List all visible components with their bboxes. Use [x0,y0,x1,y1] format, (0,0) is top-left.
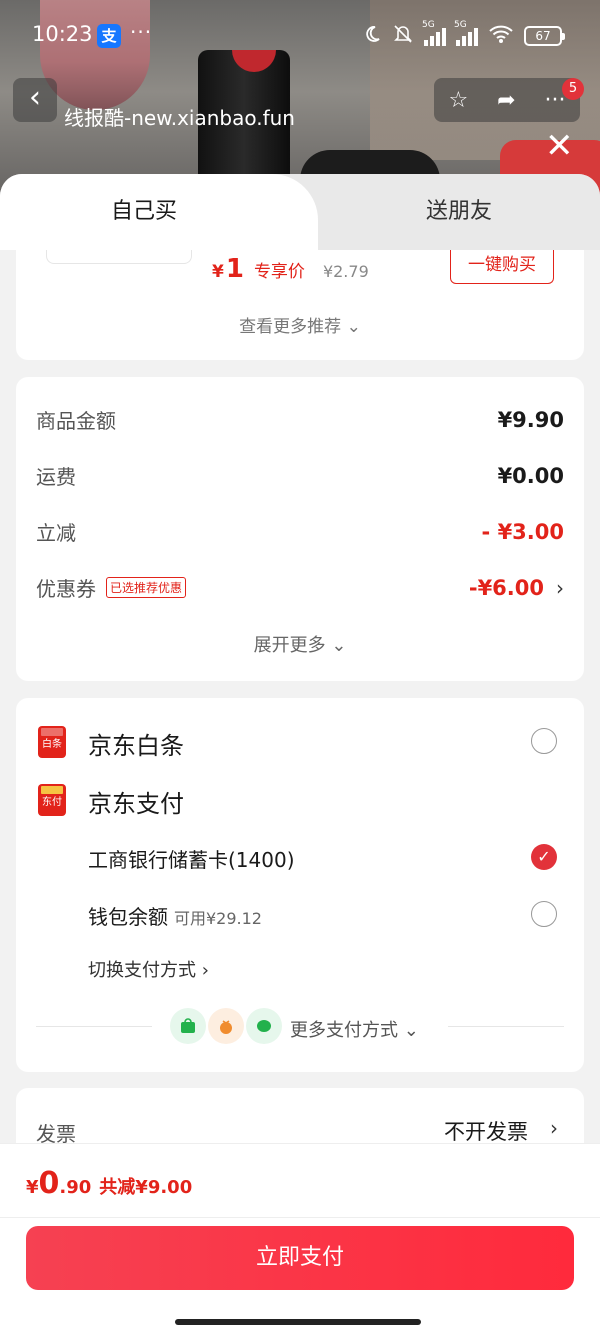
more-pay-icons[interactable] [170,1008,282,1044]
recommend-thumbnail[interactable] [46,250,192,264]
bank-card-label: 工商银行储蓄卡(1400) [88,848,295,872]
home-indicator [175,1319,421,1325]
shopping-bag-icon [170,1008,206,1044]
share-icon[interactable]: ➦ [497,88,515,113]
summary-label: 立减 [36,521,76,545]
back-button[interactable]: ‹ [13,78,57,122]
status-icons: 5G 5G 67 [362,20,565,48]
chevron-right-icon: › [550,1116,558,1140]
coupon-selected-tag: 已选推荐优惠 [106,577,187,598]
wallet-available: 可用¥29.12 [174,909,262,928]
star-icon[interactable]: ☆ [448,88,468,113]
summary-value: ¥0.00 [497,463,564,488]
alipay-icon: 支 [97,24,121,48]
summary-value: ¥9.90 [497,407,564,432]
baitiao-label: 京东白条 [88,732,184,760]
tab-buy-self[interactable]: 自己买 [0,174,318,250]
summary-value: - ¥3.00 [481,519,564,544]
one-click-buy-button[interactable]: 一键购买 [450,250,554,284]
signal-icon-2: 5G [454,20,478,46]
total-decimal: .90 [59,1177,92,1198]
wechat-icon [246,1008,282,1044]
wallet-radio[interactable] [531,901,557,927]
tab-send-friend[interactable]: 送朋友 [318,174,600,250]
status-bar: 10:23 支 ··· 5G 5G 67 [0,0,600,70]
divider [448,1026,564,1027]
summary-row-coupon[interactable]: 优惠券 已选推荐优惠 -¥6.00 › [36,573,564,602]
summary-label: 优惠券 [36,577,96,601]
purchase-tabs: 送朋友 自己买 [0,174,600,250]
status-time: 10:23 [32,22,93,46]
pay-bar: ¥ 0 .90 共减¥9.00 立即支付 [0,1143,600,1335]
signal-icon-1: 5G [422,20,446,46]
invoice-card[interactable]: 发票 不开发票 › [16,1088,584,1148]
recommend-price: ¥ 1 专享价 ¥2.79 [212,254,369,284]
summary-row-discount: 立减 - ¥3.00 [36,517,564,546]
wallet-label: 钱包余额 [88,905,168,929]
price-currency: ¥ [212,262,224,282]
summary-value: -¥6.00 [468,575,544,600]
watermark-text: 线报酷-new.xianbao.fun [64,106,295,130]
divider [0,1217,600,1218]
price-value: 1 [225,254,244,284]
invoice-value: 不开发票 [444,1120,528,1144]
notification-more-icon: ··· [130,20,153,44]
expand-more[interactable]: 展开更多 ⌄ [16,631,584,657]
baitiao-radio[interactable] [531,728,557,754]
chevron-right-icon: › [556,575,564,600]
pay-now-button[interactable]: 立即支付 [26,1226,574,1290]
money-bag-icon [208,1008,244,1044]
summary-label: 商品金额 [36,409,116,433]
bank-card-radio[interactable]: ✓ [531,844,557,870]
wallet-row: 钱包余额 可用¥29.12 [88,901,262,930]
total-saved: 共减¥9.00 [99,1177,193,1198]
price-summary-card: 商品金额 ¥9.90 运费 ¥0.00 立减 - ¥3.00 优惠券 已选推荐优… [16,377,584,681]
recommend-card: ¥ 1 专享价 ¥2.79 一键购买 查看更多推荐 ⌄ [16,250,584,360]
see-more-recommend[interactable]: 查看更多推荐 ⌄ [16,312,584,337]
moon-icon [362,24,382,48]
battery-icon: 67 [524,26,565,46]
mute-icon [392,24,414,48]
divider [36,1026,152,1027]
jdpay-label: 京东支付 [88,790,184,818]
wifi-icon [488,24,514,48]
original-price: ¥2.79 [322,262,369,281]
message-badge: 5 [562,78,584,100]
total-price: ¥ 0 .90 共减¥9.00 [26,1166,192,1201]
total-currency: ¥ [26,1177,39,1198]
more-payment-methods[interactable]: 更多支付方式 ⌄ [290,1016,419,1042]
price-tag: 专享价 [253,262,305,282]
summary-label: 运费 [36,465,76,489]
close-icon[interactable]: ✕ [545,126,574,166]
summary-row-goods: 商品金额 ¥9.90 [36,405,564,434]
payment-methods-card: 白条 京东白条 东付 京东支付 工商银行储蓄卡(1400) ✓ 钱包余额 可用¥2… [16,698,584,1072]
total-integer: 0 [38,1166,60,1201]
baitiao-logo-icon: 白条 [38,726,66,758]
switch-payment-link[interactable]: 切换支付方式 › [88,956,209,982]
jdpay-logo-icon: 东付 [38,784,66,816]
summary-row-shipping: 运费 ¥0.00 [36,461,564,490]
top-actions: ☆ ➦ ··· 5 [434,78,584,122]
